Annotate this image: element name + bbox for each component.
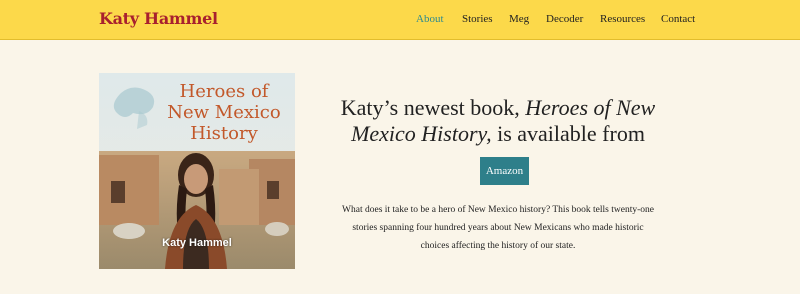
book-announcement-heading: Katy’s newest book, Heroes of New Mexico… bbox=[310, 95, 686, 147]
nav-contact[interactable]: Contact bbox=[661, 13, 695, 25]
site-logo[interactable]: Katy Hammel bbox=[99, 9, 218, 28]
nav-decoder[interactable]: Decoder bbox=[546, 13, 583, 25]
nav-about[interactable]: About bbox=[416, 13, 444, 25]
heading-suffix: is available from bbox=[491, 121, 645, 146]
nav-stories[interactable]: Stories bbox=[462, 13, 493, 25]
book-cover-image[interactable]: Heroes of New Mexico History Katy Hammel bbox=[99, 73, 295, 269]
site-header: Katy Hammel About Stories Meg Decoder Re… bbox=[0, 0, 800, 40]
book-description: What does it take to be a hero of New Me… bbox=[342, 205, 654, 251]
nav-resources[interactable]: Resources bbox=[600, 13, 645, 25]
amazon-button[interactable]: Amazon bbox=[480, 157, 529, 185]
heading-prefix: Katy’s newest book, bbox=[340, 95, 526, 120]
nav-meg[interactable]: Meg bbox=[509, 13, 529, 25]
book-cover-title: Heroes of New Mexico History bbox=[167, 81, 281, 144]
book-cover-author: Katy Hammel bbox=[162, 237, 232, 249]
